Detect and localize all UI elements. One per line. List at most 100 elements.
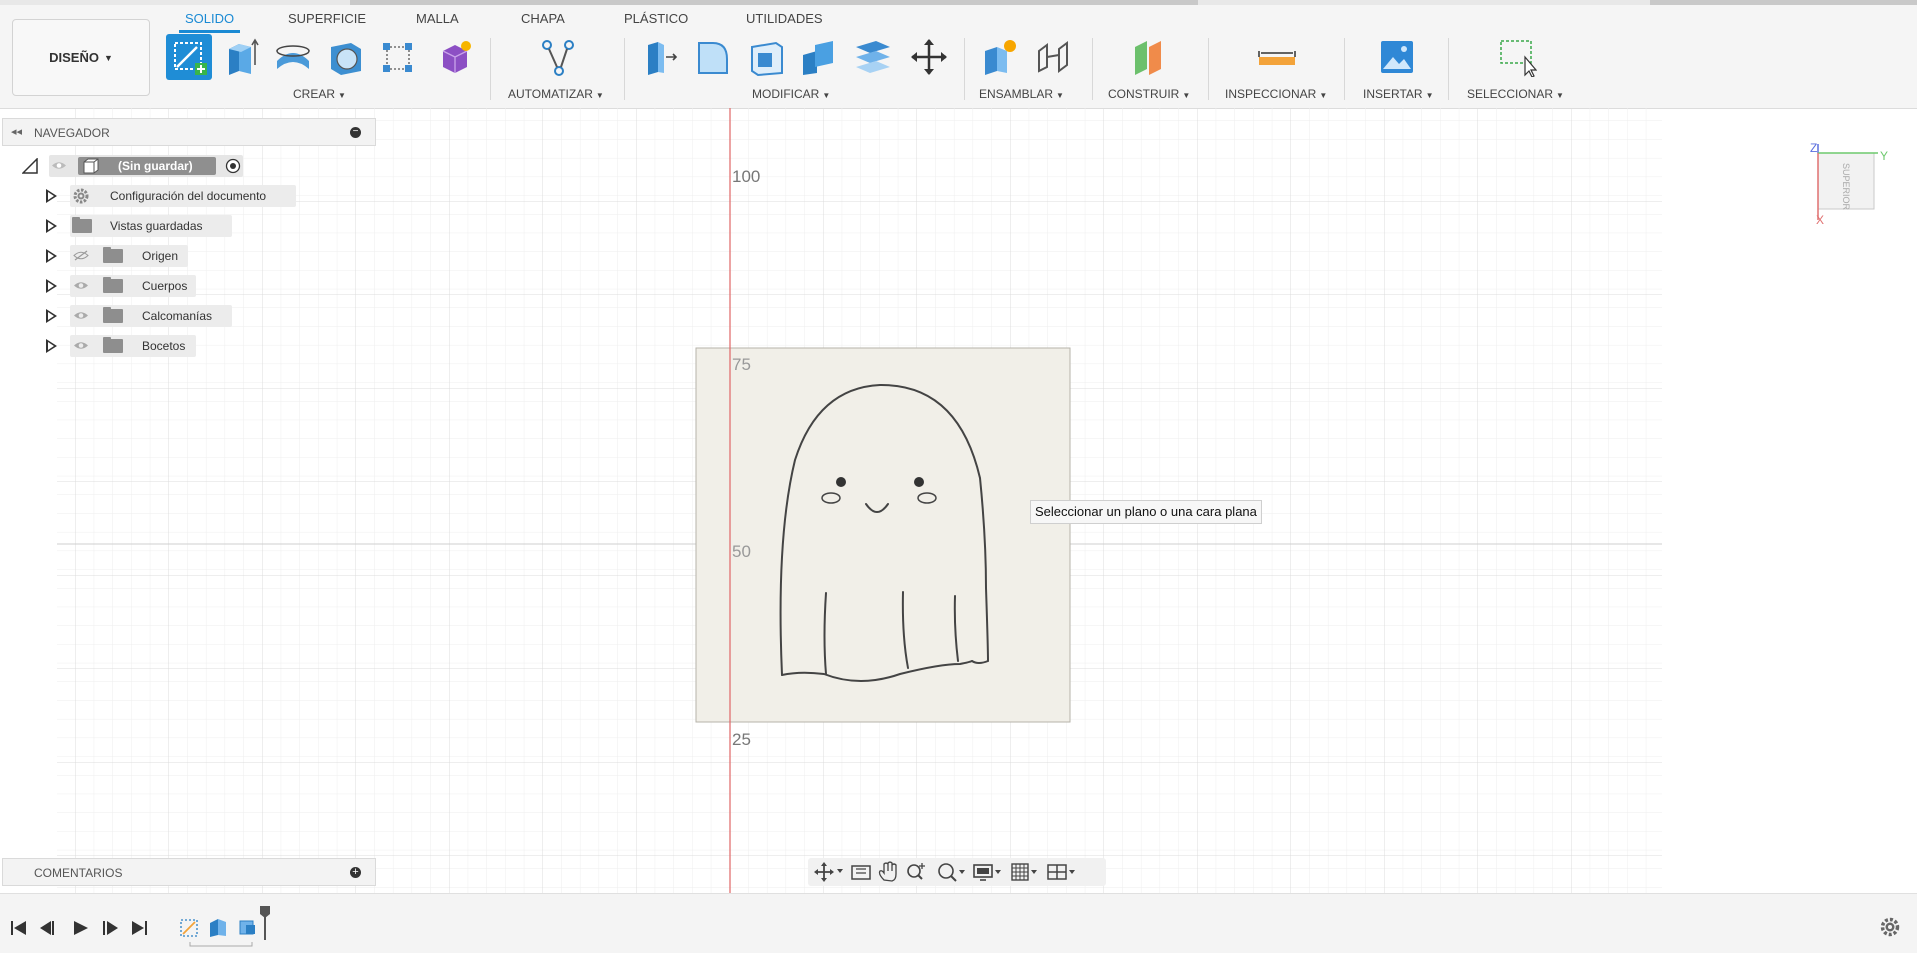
orbit-icon[interactable]: [814, 862, 843, 882]
insert-canvas-button[interactable]: [1374, 34, 1420, 80]
joint-button[interactable]: [1030, 34, 1076, 80]
timeline-first-icon[interactable]: [11, 921, 26, 935]
collapse-panel-icon[interactable]: ◂◂: [11, 125, 22, 138]
activate-radio-icon[interactable]: [225, 158, 241, 174]
expand-triangle-icon[interactable]: [46, 219, 57, 233]
create-sketch-button[interactable]: [166, 34, 212, 80]
eye-icon[interactable]: [51, 160, 67, 171]
shell-button[interactable]: [322, 34, 368, 80]
fillet-icon: [698, 42, 728, 74]
timeline-play-icon[interactable]: [74, 921, 88, 935]
group-automate[interactable]: AUTOMATIZAR ▼: [508, 87, 604, 101]
document-icon: [83, 158, 99, 174]
attached-canvas-plane[interactable]: [695, 347, 1071, 723]
group-construct[interactable]: CONSTRUIR ▼: [1108, 87, 1190, 101]
expand-triangle-icon[interactable]: [46, 249, 57, 263]
view-cube[interactable]: SUPERIOR Z Y X: [1810, 141, 1888, 227]
browser-header[interactable]: ◂◂ NAVEGADOR −: [2, 118, 376, 146]
form-icon: [442, 41, 471, 73]
group-assemble-label: ENSAMBLAR: [979, 87, 1054, 101]
expand-triangle-icon[interactable]: [46, 309, 57, 323]
timeline-marker[interactable]: [260, 906, 270, 940]
tab-solido[interactable]: SOLIDO: [178, 10, 241, 33]
move-copy-button[interactable]: [906, 34, 952, 80]
tree-item-origin[interactable]: Origen: [46, 245, 196, 267]
tree-item-document-settings[interactable]: Configuración del documento: [46, 185, 296, 207]
timeline-canvas-feature-icon[interactable]: [239, 920, 255, 935]
tree-item-sketches[interactable]: Bocetos: [46, 335, 206, 357]
look-at-icon[interactable]: [851, 865, 871, 880]
group-select[interactable]: SELECCIONAR ▼: [1467, 87, 1564, 101]
display-settings-icon[interactable]: [973, 864, 1001, 881]
eye-icon[interactable]: [73, 280, 89, 291]
toolbar-divider: [1092, 38, 1093, 100]
revolve-button[interactable]: [270, 34, 316, 80]
workspace-design-label: DISEÑO: [49, 50, 99, 65]
chamfer-button[interactable]: [743, 34, 789, 80]
toolbar-divider: [1448, 38, 1449, 100]
group-assemble[interactable]: ENSAMBLAR ▼: [979, 87, 1064, 101]
axis-label-75: 75: [732, 355, 751, 374]
minimize-panel-icon[interactable]: −: [350, 127, 361, 138]
group-create[interactable]: CREAR ▼: [293, 87, 346, 101]
measure-button[interactable]: [1254, 34, 1300, 80]
press-pull-button[interactable]: [637, 34, 683, 80]
extrude-button[interactable]: [218, 34, 264, 80]
tree-item-bodies[interactable]: Cuerpos: [46, 275, 206, 297]
chevron-down-icon: ▼: [103, 52, 113, 63]
add-comment-icon[interactable]: +: [350, 867, 361, 878]
timeline-next-icon[interactable]: [103, 921, 118, 935]
extrude-icon: [229, 38, 259, 75]
timeline-last-icon[interactable]: [132, 921, 147, 935]
folder-icon: [103, 277, 123, 293]
timeline-extrude-feature-icon[interactable]: [210, 919, 226, 937]
toolbar-divider: [964, 38, 965, 100]
tree-item-label: Bocetos: [142, 339, 186, 353]
comments-panel-header[interactable]: COMENTARIOS +: [2, 858, 376, 886]
expand-triangle-icon[interactable]: [46, 189, 57, 203]
automate-button[interactable]: [534, 34, 580, 80]
tab-chapa[interactable]: CHAPA: [521, 10, 565, 32]
group-inspect[interactable]: INSPECCIONAR ▼: [1225, 87, 1327, 101]
image-icon: [1381, 41, 1413, 73]
axis-label-100: 100: [732, 167, 760, 186]
workspace-design-button[interactable]: DISEÑO ▼: [12, 19, 150, 96]
fit-zoom-icon[interactable]: [938, 863, 965, 882]
offset-plane-button[interactable]: [1126, 34, 1172, 80]
select-button[interactable]: [1494, 34, 1540, 80]
rectangular-pattern-icon: [383, 43, 412, 72]
tree-root[interactable]: (Sin guardar): [22, 155, 252, 177]
tab-superficie[interactable]: SUPERFICIE: [288, 10, 366, 32]
timeline-sketch-feature-icon[interactable]: [180, 919, 198, 937]
settings-gear-icon[interactable]: [1880, 917, 1900, 937]
expand-triangle-icon[interactable]: [46, 339, 57, 353]
timeline-previous-icon[interactable]: [40, 921, 54, 935]
collapse-triangle-icon[interactable]: [22, 158, 38, 174]
offset-face-button[interactable]: [849, 34, 895, 80]
create-form-button[interactable]: [432, 34, 478, 80]
eye-icon[interactable]: [73, 310, 89, 321]
group-insert-label: INSERTAR: [1363, 87, 1423, 101]
pattern-button[interactable]: [374, 34, 420, 80]
zoom-icon[interactable]: [907, 863, 925, 880]
new-component-button[interactable]: [976, 34, 1022, 80]
viewports-icon[interactable]: [1047, 864, 1075, 880]
eye-hidden-icon[interactable]: [73, 250, 89, 261]
design-canvas[interactable]: 100 75 50 25 SUPERIOR Z Y X: [0, 108, 1917, 893]
fillet-button[interactable]: [690, 34, 736, 80]
group-insert[interactable]: INSERTAR ▼: [1363, 87, 1434, 101]
group-modify-label: MODIFICAR: [752, 87, 820, 101]
gear-icon: [73, 188, 89, 204]
combine-button[interactable]: [796, 34, 842, 80]
pan-hand-icon[interactable]: [878, 861, 897, 882]
tab-plastico[interactable]: PLÁSTICO: [624, 10, 688, 32]
tab-utilidades[interactable]: UTILIDADES: [746, 10, 823, 32]
tree-item-saved-views[interactable]: Vistas guardadas: [46, 215, 236, 237]
group-modify[interactable]: MODIFICAR ▼: [752, 87, 830, 101]
tab-malla[interactable]: MALLA: [416, 10, 459, 32]
grid-settings-icon[interactable]: [1011, 863, 1037, 881]
folder-icon: [103, 247, 123, 263]
eye-icon[interactable]: [73, 340, 89, 351]
tree-item-decals[interactable]: Calcomanías: [46, 305, 236, 327]
expand-triangle-icon[interactable]: [46, 279, 57, 293]
